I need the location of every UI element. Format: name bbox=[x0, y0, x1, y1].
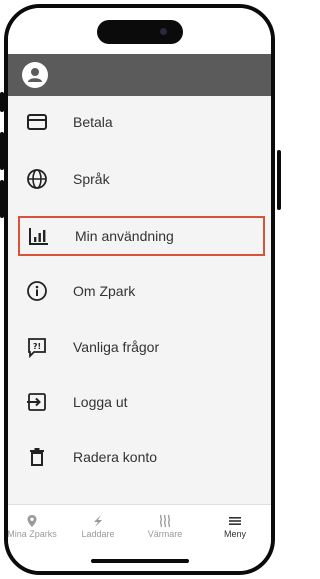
tab-meny[interactable]: Meny bbox=[203, 513, 267, 539]
avatar[interactable] bbox=[22, 62, 48, 88]
user-icon bbox=[28, 68, 42, 82]
menu-item-label: Språk bbox=[73, 171, 110, 187]
tab-varmare[interactable]: Värmare bbox=[133, 513, 197, 539]
tab-label: Mina Zparks bbox=[7, 529, 57, 539]
tab-label: Laddare bbox=[81, 529, 115, 539]
faq-icon: ?! bbox=[26, 336, 48, 358]
menu-item-logga-ut[interactable]: Logga ut bbox=[18, 382, 265, 422]
lightning-icon bbox=[66, 513, 130, 529]
status-bar bbox=[8, 8, 271, 54]
menu-item-betala[interactable]: Betala bbox=[18, 102, 265, 142]
tab-label: Värmare bbox=[147, 529, 183, 539]
menu-item-sprak[interactable]: Språk bbox=[18, 159, 265, 199]
menu-item-vanliga-fragor[interactable]: ?! Vanliga frågor bbox=[18, 327, 265, 367]
svg-text:?!: ?! bbox=[33, 342, 41, 351]
location-pin-icon bbox=[8, 513, 64, 529]
dynamic-island bbox=[96, 20, 183, 44]
phone-frame: Betala Språk Min användning Om Zpark ?! … bbox=[4, 4, 275, 575]
heat-icon bbox=[133, 513, 197, 529]
camera-dot bbox=[159, 28, 167, 35]
menu-header bbox=[8, 54, 271, 96]
tab-laddare[interactable]: Laddare bbox=[66, 513, 130, 539]
credit-card-icon bbox=[26, 111, 48, 133]
trash-icon bbox=[26, 446, 48, 468]
menu-icon bbox=[203, 513, 267, 529]
globe-icon bbox=[26, 168, 48, 190]
menu-item-label: Logga ut bbox=[73, 394, 128, 410]
menu-item-om-zpark[interactable]: Om Zpark bbox=[18, 271, 265, 311]
menu-item-min-anvandning[interactable]: Min användning bbox=[18, 216, 265, 256]
menu-item-label: Min användning bbox=[75, 228, 174, 244]
menu-item-label: Betala bbox=[73, 114, 113, 130]
info-icon bbox=[26, 280, 48, 302]
tab-label: Meny bbox=[223, 529, 246, 539]
logout-icon bbox=[26, 391, 48, 413]
power-button bbox=[277, 150, 281, 210]
menu-item-label: Om Zpark bbox=[73, 283, 136, 299]
menu-item-label: Radera konto bbox=[73, 449, 158, 465]
menu-item-radera-konto[interactable]: Radera konto bbox=[18, 437, 265, 477]
bar-chart-icon bbox=[28, 225, 50, 247]
menu-item-label: Vanliga frågor bbox=[73, 339, 160, 355]
tab-mina-zparks[interactable]: Mina Zparks bbox=[7, 513, 64, 539]
home-indicator bbox=[90, 559, 189, 563]
bottom-navigation: Mina Zparks Laddare Värmare Meny bbox=[8, 504, 271, 571]
